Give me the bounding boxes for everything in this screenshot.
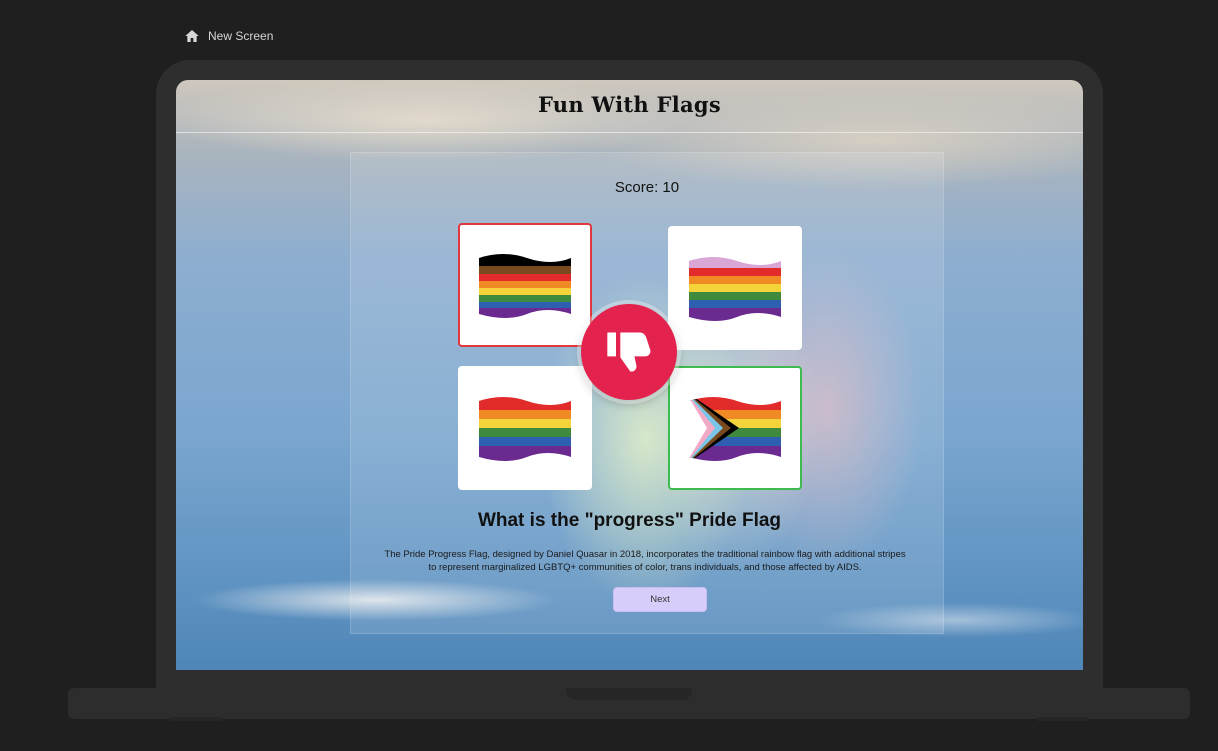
thumbs-down-icon: [607, 332, 651, 372]
flag-option-3[interactable]: [458, 366, 592, 490]
flag-option-1[interactable]: [458, 223, 592, 347]
flag-option-4[interactable]: [668, 366, 802, 490]
laptop-foot-left: [170, 717, 222, 721]
progress-pride-flag-icon: [689, 397, 781, 461]
wrong-answer-badge: [581, 304, 677, 400]
breadcrumb[interactable]: New Screen: [184, 26, 273, 46]
question-text: What is the "progress" Pride Flag: [477, 510, 782, 531]
lavender-rainbow-flag-icon: [689, 257, 781, 321]
laptop-foot-right: [1037, 717, 1089, 721]
app-screen: Fun With Flags Score: 10 What is the "pr…: [176, 80, 1083, 670]
score-text: Score: 10: [614, 179, 680, 196]
breadcrumb-label: New Screen: [208, 29, 274, 43]
philadelphia-pride-flag-icon: [479, 254, 571, 318]
home-icon: [185, 30, 199, 42]
app-header: Fun With Flags: [176, 80, 1083, 133]
next-button[interactable]: Next: [613, 587, 707, 612]
explanation-text: The Pride Progress Flag, designed by Dan…: [384, 549, 906, 573]
laptop-hinge-notch: [566, 688, 692, 700]
app-title: Fun With Flags: [537, 92, 722, 117]
rainbow-pride-flag-icon: [479, 397, 571, 461]
flag-option-2[interactable]: [668, 226, 802, 350]
